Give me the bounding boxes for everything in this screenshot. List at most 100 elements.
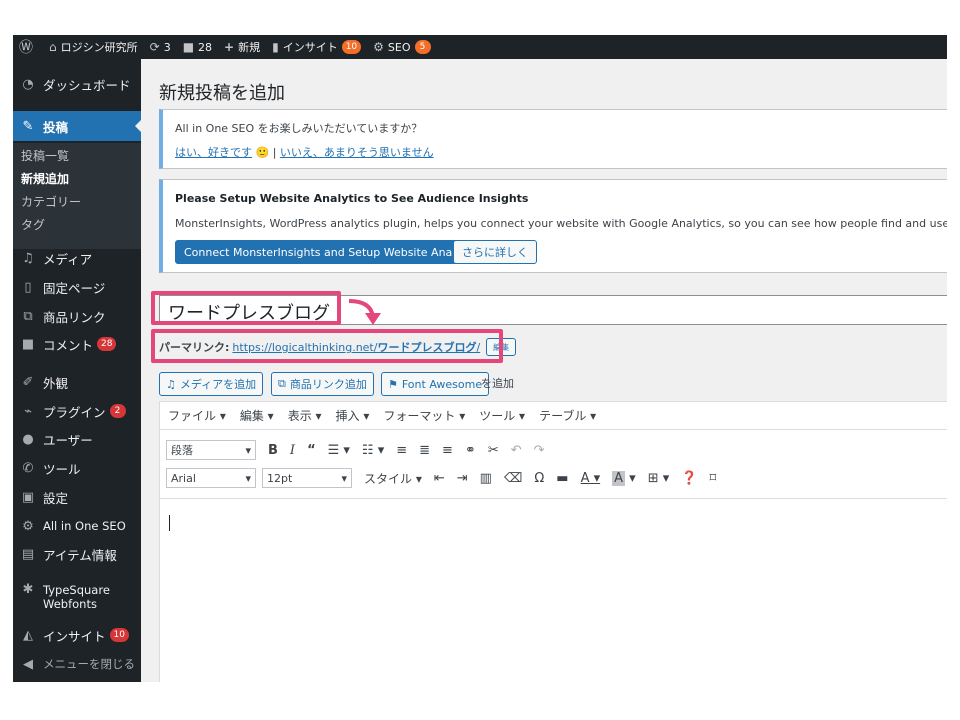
sidebar-item-dashboard[interactable]: ◔ ダッシュボード [13, 71, 141, 97]
undo-icon[interactable]: ↶ [511, 443, 522, 458]
sidebar-item-typesquare[interactable]: ✱ TypeSquare Webfonts [13, 581, 141, 615]
text-color-icon[interactable]: A ▾ [581, 471, 601, 486]
separator: | [272, 146, 277, 159]
numbered-list-icon[interactable]: ☷ ▾ [362, 443, 384, 458]
button-label: メディアを追加 [179, 378, 257, 391]
font-awesome-button[interactable]: ⚑ Font Awesome [381, 372, 490, 396]
caret-down-icon: ▾ [341, 471, 347, 485]
submenu-tags[interactable]: タグ [13, 213, 141, 235]
sidebar-item-label: ツール [43, 461, 81, 477]
align-right-icon[interactable]: ≡ [442, 443, 453, 458]
sidebar-item-users[interactable]: ● ユーザー [13, 426, 141, 452]
bullet-list-icon[interactable]: ☰ ▾ [328, 443, 350, 458]
sidebar-item-product-links[interactable]: ⧉ 商品リンク [13, 303, 141, 329]
sidebar-item-item-info[interactable]: ▤ アイテム情報 [13, 541, 141, 567]
sidebar-item-comments[interactable]: ■ コメント 28 [13, 331, 141, 357]
font-size-select[interactable]: 12pt ▾ [262, 468, 352, 488]
eraser-icon[interactable]: ⌫ [504, 471, 522, 486]
sidebar-item-settings[interactable]: ▣ 設定 [13, 484, 141, 510]
align-left-icon[interactable]: ≡ [396, 443, 407, 458]
comments-count: 28 [198, 40, 213, 54]
sidebar-item-label: All in One SEO [43, 519, 126, 533]
comments-link[interactable]: ■ 28 [177, 35, 218, 59]
sidebar-item-label: ユーザー [43, 432, 93, 448]
updates-link[interactable]: ⟳ 3 [144, 35, 177, 59]
indent-icon[interactable]: ⇥ [457, 471, 468, 486]
site-name-link[interactable]: ⌂ ロジシン研究所 [43, 35, 144, 59]
editor-content-area[interactable] [160, 498, 947, 682]
menu-insert[interactable]: 挿入 ▾ [336, 407, 370, 424]
seo-badge: 5 [414, 40, 431, 54]
italic-icon[interactable]: I [290, 443, 295, 458]
sidebar-item-plugins[interactable]: ⌁ プラグイン 2 [13, 398, 141, 424]
typesquare-line2: Webfonts [43, 597, 97, 611]
caret-down-icon: ▾ [245, 471, 251, 485]
new-content-link[interactable]: + 新規 [218, 35, 266, 59]
redo-icon[interactable]: ↷ [534, 443, 545, 458]
menu-tools[interactable]: ツール ▾ [479, 407, 525, 424]
post-title-input[interactable]: ワードプレスブログ [159, 295, 947, 325]
menu-format[interactable]: フォーマット ▾ [383, 407, 465, 424]
background-color-icon[interactable]: A ▾ [612, 470, 636, 486]
connect-monsterinsights-button[interactable]: Connect MonsterInsights and Setup Websit… [175, 240, 491, 264]
outdent-icon[interactable]: ⇤ [434, 471, 445, 486]
align-center-icon[interactable]: ≣ [419, 443, 430, 458]
gear-icon: ✱ [22, 582, 34, 597]
smile-emoji: 🙂 [255, 146, 270, 159]
sidebar-item-label: インサイト [43, 628, 106, 644]
font-family-select[interactable]: Arial ▾ [166, 468, 256, 488]
submenu-categories[interactable]: カテゴリー [13, 190, 141, 212]
menu-table[interactable]: テーブル ▾ [539, 407, 596, 424]
sidebar-item-pages[interactable]: ▯ 固定ページ [13, 274, 141, 300]
blockquote-icon[interactable]: “ [307, 443, 316, 458]
editor-toolbar-1: 段落 ▾ B I “ ☰ ▾ ☷ ▾ ≡ ≣ ≡ ⚭ ✂ ↶ ↷ [160, 436, 947, 464]
button-label: Font Awesome [401, 377, 483, 391]
user-icon: ● [22, 431, 34, 447]
edit-permalink-button[interactable]: 編集 [486, 338, 517, 356]
insights-label: インサイト [282, 41, 338, 54]
sidebar-item-label: アイテム情報 [43, 547, 117, 563]
horizontal-rule-icon[interactable]: ▬ [556, 471, 568, 486]
add-media-button[interactable]: ♫ メディアを追加 [159, 372, 264, 396]
style-menu[interactable]: スタイル ▾ [364, 470, 422, 487]
table-icon[interactable]: ⊞ ▾ [648, 471, 670, 486]
submenu-add-new[interactable]: 新規追加 [13, 167, 141, 189]
aioseo-icon: ⚙ [22, 518, 34, 534]
sidebar-item-appearance[interactable]: ✐ 外観 [13, 369, 141, 395]
seo-link[interactable]: ⚙ SEO 5 [367, 35, 436, 59]
unlink-icon[interactable]: ✂ [488, 443, 499, 458]
omega-icon[interactable]: Ω [534, 471, 544, 486]
help-icon[interactable]: ❓ [681, 471, 697, 486]
paste-icon[interactable]: ▥ [480, 471, 492, 486]
sidebar-item-insights[interactable]: ◭ インサイト 10 [13, 622, 141, 648]
collapse-menu-button[interactable]: ◀ メニューを閉じる [13, 651, 141, 677]
home-icon: ⌂ [49, 40, 57, 54]
bold-icon[interactable]: B [268, 443, 278, 458]
store-icon: ▤ [21, 546, 35, 562]
learn-more-button[interactable]: さらに詳しく [453, 240, 537, 264]
monsterinsights-notice: Please Setup Website Analytics to See Au… [159, 179, 947, 273]
comments-badge: 28 [97, 337, 117, 351]
sidebar-item-posts[interactable]: ✎ 投稿 [13, 111, 141, 141]
media-icon: ♫ [166, 377, 176, 391]
sidebar-item-media[interactable]: ♫ メディア [13, 245, 141, 271]
wordpress-logo-button[interactable]: Ⓦ [13, 35, 43, 59]
menu-file[interactable]: ファイル ▾ [168, 407, 226, 424]
submenu-all-posts[interactable]: 投稿一覧 [13, 144, 141, 166]
add-product-link-button[interactable]: ⧉ 商品リンク追加 [271, 372, 374, 396]
no-link[interactable]: いいえ、あまりそう思いません [280, 146, 434, 159]
menu-edit[interactable]: 編集 ▾ [240, 407, 274, 424]
media-icon: ♫ [22, 250, 34, 266]
menu-view[interactable]: 表示 ▾ [288, 407, 322, 424]
sidebar-item-tools[interactable]: ✆ ツール [13, 455, 141, 481]
insights-link[interactable]: ▮ インサイト 10 [266, 35, 367, 59]
link-icon[interactable]: ⚭ [465, 443, 476, 458]
format-select[interactable]: 段落 ▾ [166, 440, 256, 460]
admin-sidebar: ◔ ダッシュボード ✎ 投稿 投稿一覧 新規追加 カテゴリー タグ ♫ メディア… [13, 59, 141, 682]
bookmark-icon[interactable]: ⌑ [709, 471, 716, 486]
seo-label: SEO [387, 40, 411, 54]
insights-badge: 10 [341, 40, 362, 54]
permalink-link[interactable]: https://logicalthinking.net/ワードプレスブログ/ [232, 339, 480, 355]
yes-link[interactable]: はい、好きです [175, 146, 252, 159]
sidebar-item-aioseo[interactable]: ⚙ All in One SEO [13, 513, 141, 539]
